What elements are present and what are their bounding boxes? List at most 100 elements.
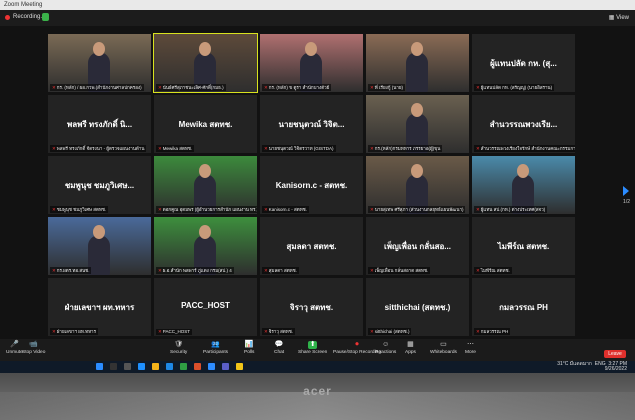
participant-tile[interactable]: ✕ดอกคูณ อุดมพร (ผู้อำนวยการสำนัก แผนงาน … xyxy=(154,156,257,214)
taskbar-powerpoint-icon[interactable] xyxy=(194,363,201,370)
participant-name-label: ✕กมลวรรณ PH xyxy=(474,328,511,335)
taskbar-edge-icon[interactable] xyxy=(138,363,145,370)
participant-name-label: ✕สำนวรรณพวงเรียงใจรักษ์ สำนักงานคณะกรรมก… xyxy=(474,145,575,152)
shield-icon: 🛡 xyxy=(174,341,184,348)
participant-tile[interactable]: ไมพีร์ณ สตทช. ✕ไมพีร์ณ สตทช. xyxy=(472,217,575,275)
participant-name-label: ✕กร. (หลัก) ข ตูรา สำนักบางตัวย์ xyxy=(262,84,332,91)
participant-display-name: พลพรี ทรงภักดิ์ นิ... xyxy=(66,120,133,129)
participant-display-name: สุมลดา สตทช. xyxy=(286,242,337,251)
participant-tile[interactable]: กมลวรรณ PH ✕กมลวรรณ PH xyxy=(472,278,575,336)
participant-label-text: กมลวรรณ PH xyxy=(480,329,509,334)
taskbar-app-icon[interactable] xyxy=(96,363,103,370)
participant-tile[interactable]: ผู้แทนปลัด กห. (สุ... ✕ผู้แทนปลัด กห. (สร… xyxy=(472,34,575,92)
taskbar-zoom-icon[interactable] xyxy=(208,363,215,370)
participant-tile[interactable]: Kanisorn.c - สตทช. ✕Kanisorn.c - สตทช. xyxy=(260,156,363,214)
participant-tile[interactable]: ✕ผู้แทน สป.(กห.) ต่างประเทศ(สจว) xyxy=(472,156,575,214)
taskbar-teams-icon[interactable] xyxy=(222,363,229,370)
record-button[interactable]: ⏺ Pause/Stop Recording xyxy=(333,341,381,355)
participant-tile[interactable]: ✕ผ.อ.สำนัก พลพาร์ ภู่แดง กรม(สป.) 4 xyxy=(154,217,257,275)
muted-mic-icon: ✕ xyxy=(158,329,162,334)
participant-tile[interactable]: ฝ่ายเลขาฯ ผท.ทหาร ✕ฝ่ายเลขาฯ ผท.ทหาร xyxy=(48,278,151,336)
participant-label-text: พี่ เรียงกู้ (นาย) xyxy=(374,85,403,90)
participant-tile[interactable]: นายชนุตวณ์ วิจิต... ✕นายชนุตวณ์ วิจิตรวาท… xyxy=(260,95,363,153)
participant-tile[interactable]: ✕พี่ เรียงกู้ (นาย) xyxy=(366,34,469,92)
participant-name-label: ✕ชมพูนุช ชมภูวิเศษ สตทช. xyxy=(50,206,109,213)
recording-indicator[interactable]: Recording... xyxy=(5,14,45,20)
participant-label-text: กร. (หลัก) ข ตูรา สำนักบางตัวย์ xyxy=(268,85,330,90)
participants-button[interactable]: 👥 Participants 22 xyxy=(203,341,228,355)
participant-label-text: พลพรี ทรงภักดิ์ จีดรงนา - ผู้ตรวจแผนงานด… xyxy=(56,146,145,151)
participant-name-label: ✕ดอกคูณ อุดมพร (ผู้อำนวยการสำนัก แผนงาน … xyxy=(156,206,257,213)
muted-mic-icon: ✕ xyxy=(52,207,56,212)
recording-dot-icon xyxy=(5,14,10,20)
participant-face xyxy=(199,42,211,56)
monitor-screen: Zoom Meeting Recording... ▦ View ✕กร. (ห… xyxy=(0,0,635,373)
participant-name-label: ✕นายชนุตวณ์ วิจิตรวาท (GISTDA) xyxy=(262,145,336,152)
whiteboard-button[interactable]: ▭ Whiteboards xyxy=(430,341,457,355)
participant-tile[interactable]: ✕กร. (หลัก) ข ตูรา สำนักบางตัวย์ xyxy=(260,34,363,92)
view-button[interactable]: ▦ View xyxy=(609,14,629,21)
participant-face xyxy=(199,164,211,178)
participant-tile[interactable]: PACC_HOST ✕PACC_HOST xyxy=(154,278,257,336)
muted-mic-icon: ✕ xyxy=(476,207,480,212)
muted-mic-icon: ✕ xyxy=(264,329,268,334)
taskbar-folder-icon[interactable] xyxy=(152,363,159,370)
participant-name-label: ✕Kanisorn.c - สตทช. xyxy=(262,206,309,213)
participant-tile[interactable]: ชมพูนุช ชมภูวิเศษ... ✕ชมพูนุช ชมภูวิเศษ ส… xyxy=(48,156,151,214)
taskbar-search-icon[interactable] xyxy=(110,363,117,370)
taskbar-excel-icon[interactable] xyxy=(180,363,187,370)
muted-mic-icon: ✕ xyxy=(370,146,374,151)
video-button[interactable]: 📹 Stop Video xyxy=(22,341,45,355)
participant-display-name: เพ็ญเพื่อน กลั่นสอ... xyxy=(384,242,451,251)
participant-tile[interactable]: ✕นันธ์ศรีสุภาชนะเลิศ-ศักดิ์(กมธ.) xyxy=(153,33,258,93)
view-label: View xyxy=(616,15,629,21)
mic-button[interactable]: 🎤 Unmute xyxy=(6,341,23,355)
taskbar-chrome-icon[interactable] xyxy=(236,363,243,370)
participant-name-label: ✕Mewika สตทช. xyxy=(156,145,195,152)
participant-tile[interactable]: จิราวุ สตทช. ✕จิราวุ สตทช. xyxy=(260,278,363,336)
weather-text[interactable]: 31°C มีแดดมาก xyxy=(557,361,592,367)
participant-label-text: ผู้แทน สป.(กห.) ต่างประเทศ(สจว) xyxy=(480,207,546,212)
participant-tile[interactable]: ✕กร.(หลัก)กรมทหาร ภรรยาอ(ผู้)ขุน xyxy=(366,95,469,153)
participant-display-name: Kanisorn.c - สตทช. xyxy=(275,181,348,190)
participant-label-text: Mewika สตทช. xyxy=(162,146,193,151)
taskbar-word-icon[interactable] xyxy=(166,363,173,370)
encryption-shield-icon[interactable] xyxy=(42,13,49,21)
clock-date[interactable]: 9/26/2022 xyxy=(605,366,627,372)
participant-display-name: Mewika สตทช. xyxy=(178,120,233,129)
more-button[interactable]: ⋯ More xyxy=(465,341,476,355)
taskbar-taskview-icon[interactable] xyxy=(124,363,131,370)
participant-tile[interactable]: sitthichai (สตทช.) ✕sitthichai (สตทช.) xyxy=(366,278,469,336)
participant-label-text: สำนวรรณพวงเรียงใจรักษ์ สำนักงานคณะกรรมกา… xyxy=(480,146,575,151)
participant-label-text: จิราวุ สตทช. xyxy=(268,329,294,334)
participant-tile[interactable]: เพ็ญเพื่อน กลั่นสอ... ✕เพ็ญเพื่อน กลั่นสอ… xyxy=(366,217,469,275)
shield-button[interactable]: 🛡 Security xyxy=(170,341,187,355)
apps-icon: ▦ xyxy=(407,341,414,348)
participant-tile[interactable]: Mewika สตทช. ✕Mewika สตทช. xyxy=(154,95,257,153)
participant-face xyxy=(411,164,423,178)
chat-button[interactable]: 💬 Chat xyxy=(274,341,284,355)
participant-tile[interactable]: ✕นายสุเทพ ศรีสุภา (ส่วนงานกลยุทธ์แผนพัฒน… xyxy=(366,156,469,214)
participant-tile[interactable]: สุมลดา สตทช. ✕สุมลดา สตทช. xyxy=(260,217,363,275)
next-page-arrow-icon[interactable] xyxy=(623,186,629,196)
participant-tile[interactable]: ✕กร. (หลัก) / ผอ.กวพ.(สำนักงานศาลปกครอง) xyxy=(48,34,151,92)
reactions-button[interactable]: ☺ Reactions xyxy=(375,341,396,355)
apps-button[interactable]: ▦ Apps xyxy=(405,341,416,355)
participant-tile[interactable]: พลพรี ทรงภักดิ์ นิ... ✕พลพรี ทรงภักดิ์ จี… xyxy=(48,95,151,153)
participant-label-text: ผู้แทนปลัด กห. (สรัญญู) (นายอิสราน) xyxy=(480,85,553,90)
participant-name-label: ✕PACC_HOST xyxy=(156,329,192,335)
participant-name-label: ✕สุมลดา สตทช. xyxy=(262,267,299,274)
share-screen-button[interactable]: ⬆ Share Screen xyxy=(298,341,327,355)
chat-icon: 💬 xyxy=(274,341,284,348)
participant-label-text: เพ็ญเพื่อน กลั่นสอาด สตทช. xyxy=(374,268,429,273)
participant-tile[interactable]: ✕กร.ผตร.ทอ.สนช. xyxy=(48,217,151,275)
participant-name-label: ✕นันธ์ศรีสุภาชนะเลิศ-ศักดิ์(กมธ.) xyxy=(156,84,226,91)
participant-tile[interactable]: สำนวรรณพวงเรีย... ✕สำนวรรณพวงเรียงใจรักษ์… xyxy=(472,95,575,153)
participant-display-name: PACC_HOST xyxy=(181,301,230,310)
participants-count: 22 xyxy=(213,341,219,346)
polls-button[interactable]: 📊 Polls xyxy=(244,341,254,355)
participant-name-label: ✕นายสุเทพ ศรีสุภา (ส่วนงานกลยุทธ์แผนพัฒน… xyxy=(368,206,466,213)
participant-face xyxy=(305,42,317,56)
participant-name-label: ✕กร.(หลัก)กรมทหาร ภรรยาอ(ผู้)ขุน xyxy=(368,145,443,152)
participant-label-text: sitthichai (สตทช.) xyxy=(374,329,410,334)
